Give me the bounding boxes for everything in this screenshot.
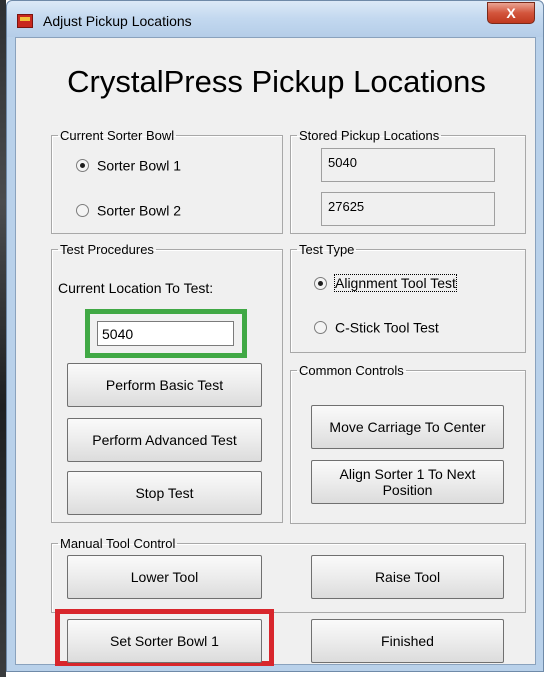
align-sorter-next-position-button[interactable]: Align Sorter 1 To Next Position: [311, 460, 504, 504]
radio-c-stick-tool-test[interactable]: C-Stick Tool Test: [314, 318, 439, 335]
lower-tool-button[interactable]: Lower Tool: [67, 555, 262, 599]
page-title: CrystalPress Pickup Locations: [67, 64, 486, 99]
title-bar[interactable]: Adjust Pickup Locations X: [7, 1, 543, 37]
set-sorter-bowl-button[interactable]: Set Sorter Bowl 1: [67, 619, 262, 663]
radio-label-alignment-tool-test: Alignment Tool Test: [334, 274, 457, 293]
window-title: Adjust Pickup Locations: [43, 13, 192, 29]
app-icon: [17, 14, 33, 28]
common-controls-legend: Common Controls: [299, 363, 404, 378]
test-type-group: Test Type: [290, 243, 526, 353]
radio-label-c-stick-tool-test: C-Stick Tool Test: [335, 319, 439, 336]
radio-button-selected[interactable]: [314, 276, 327, 290]
move-carriage-to-center-button[interactable]: Move Carriage To Center: [311, 405, 504, 449]
stored-pickup-locations-legend: Stored Pickup Locations: [299, 128, 440, 143]
current-location-input[interactable]: [97, 321, 234, 346]
stored-location-1: 5040: [321, 148, 495, 182]
close-button[interactable]: X: [487, 2, 535, 24]
radio-button-selected[interactable]: [76, 158, 89, 172]
radio-sorter-bowl-2[interactable]: Sorter Bowl 2: [76, 201, 181, 218]
finished-button[interactable]: Finished: [311, 619, 504, 663]
dialog-client-area: CrystalPress Pickup Locations Current So…: [15, 37, 536, 666]
radio-label-sorter-bowl-1: Sorter Bowl 1: [97, 157, 182, 174]
perform-basic-test-button[interactable]: Perform Basic Test: [67, 363, 262, 407]
dialog-window: Adjust Pickup Locations X CrystalPress P…: [6, 0, 544, 672]
current-sorter-bowl-legend: Current Sorter Bowl: [60, 128, 175, 143]
stored-location-2: 27625: [321, 192, 495, 226]
perform-advanced-test-button[interactable]: Perform Advanced Test: [67, 418, 262, 462]
radio-alignment-tool-test[interactable]: Alignment Tool Test: [314, 274, 457, 293]
radio-button[interactable]: [314, 320, 327, 334]
test-type-legend: Test Type: [299, 242, 355, 257]
radio-sorter-bowl-1[interactable]: Sorter Bowl 1: [76, 156, 181, 173]
manual-tool-control-legend: Manual Tool Control: [60, 536, 176, 551]
radio-label-sorter-bowl-2: Sorter Bowl 2: [97, 202, 182, 219]
test-procedures-legend: Test Procedures: [60, 242, 154, 257]
radio-button[interactable]: [76, 203, 89, 217]
raise-tool-button[interactable]: Raise Tool: [311, 555, 504, 599]
current-location-label: Current Location To Test:: [58, 280, 214, 296]
stop-test-button[interactable]: Stop Test: [67, 471, 262, 515]
